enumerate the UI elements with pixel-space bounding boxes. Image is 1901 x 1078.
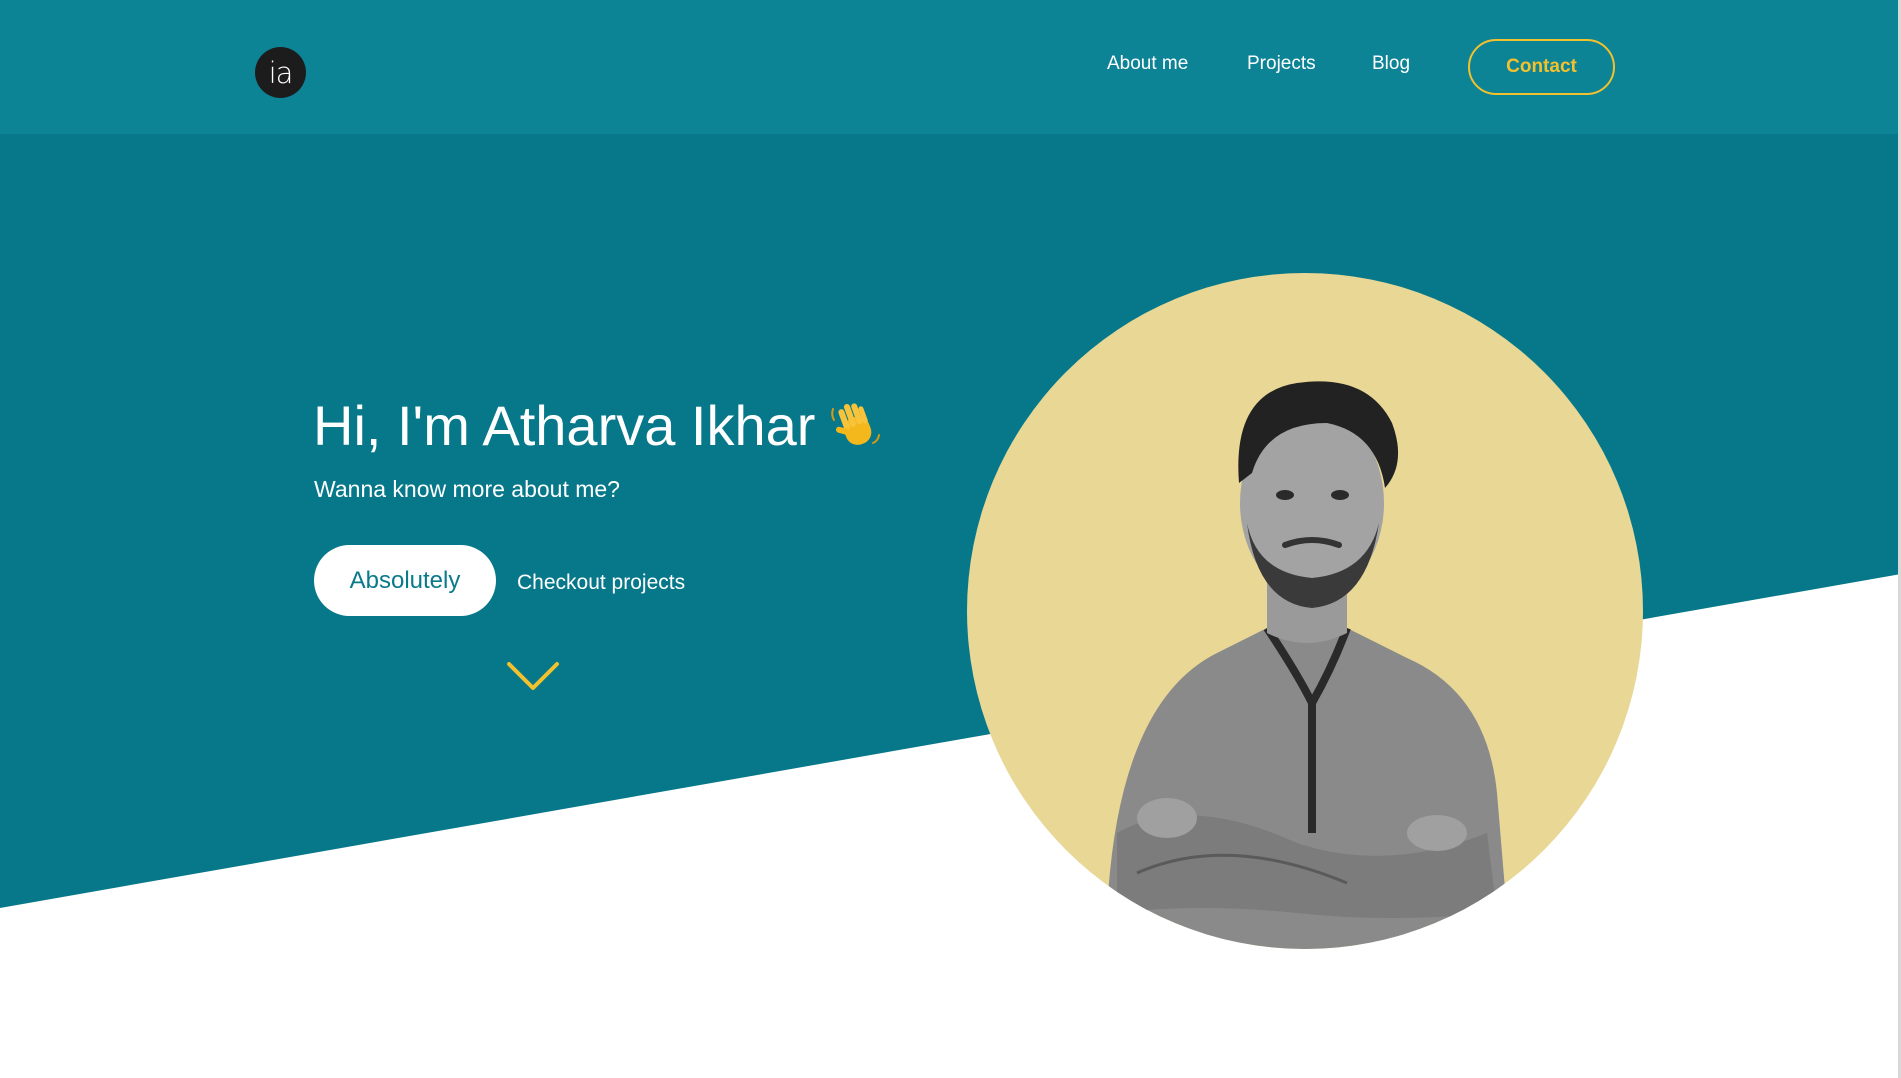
logo[interactable]: ia: [255, 47, 306, 98]
nav-link-blog[interactable]: Blog: [1372, 52, 1410, 76]
hero-title-text: Hi, I'm Atharva Ikhar: [313, 394, 816, 457]
chevron-down-icon[interactable]: [505, 660, 561, 694]
person-silhouette: [1107, 381, 1507, 949]
waving-hand-icon: [831, 403, 881, 445]
logo-text: ia: [268, 55, 294, 90]
hero-title: Hi, I'm Atharva Ikhar: [313, 392, 883, 460]
contact-button[interactable]: Contact: [1468, 39, 1615, 95]
nav-link-about-me[interactable]: About me: [1107, 52, 1188, 76]
page: ia About me Projects Blog Contact Hi, I'…: [0, 0, 1901, 1078]
absolutely-button[interactable]: Absolutely: [314, 545, 496, 616]
nav-link-projects[interactable]: Projects: [1247, 52, 1316, 76]
hero-subtitle: Wanna know more about me?: [314, 476, 620, 502]
profile-photo: [967, 273, 1643, 949]
checkout-projects-link[interactable]: Checkout projects: [517, 571, 685, 595]
navbar: ia About me Projects Blog Contact: [0, 0, 1901, 134]
